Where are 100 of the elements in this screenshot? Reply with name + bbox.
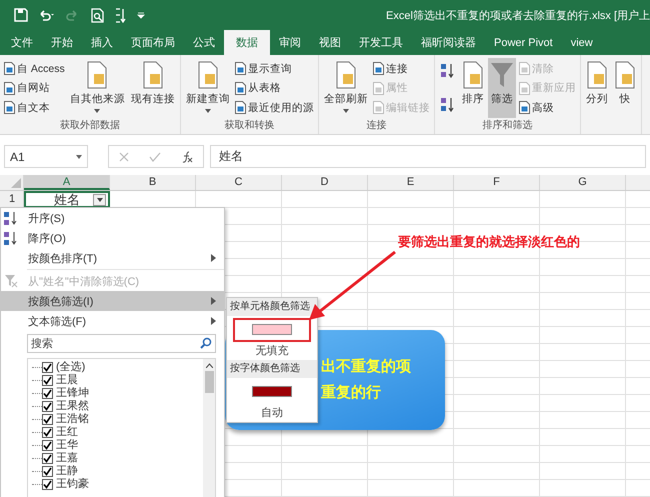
annotation-text: 要筛选出重复的就选择淡红色的 <box>398 233 580 251</box>
ribbon-tab[interactable]: 数据 <box>224 30 270 55</box>
checkbox[interactable] <box>42 362 53 373</box>
ribbon-button[interactable]: 自文本 <box>3 98 66 117</box>
ribbon-button[interactable]: 排序 <box>460 58 486 118</box>
ribbon-tab[interactable]: 插入 <box>82 30 122 55</box>
ribbon-tab[interactable]: 页面布局 <box>122 30 184 55</box>
color-swatch[interactable] <box>252 386 292 398</box>
list-item-label[interactable]: 王钧豪 <box>56 478 89 491</box>
column-header[interactable]: D <box>282 175 368 190</box>
ribbon-tab[interactable]: 公式 <box>184 30 224 55</box>
formula-input[interactable]: 姓名 <box>210 145 646 168</box>
sort-descending-icon <box>4 230 18 246</box>
scrollbar-thumb[interactable] <box>204 371 214 393</box>
checkbox[interactable] <box>42 440 53 451</box>
group-label: 排序和筛选 <box>481 118 534 132</box>
search-field[interactable]: 搜索 <box>27 334 216 353</box>
checkbox[interactable] <box>42 401 53 412</box>
checkbox[interactable] <box>42 427 53 438</box>
submenu-heading: 按单元格颜色筛选 <box>227 298 317 316</box>
filter-dropdown-button[interactable] <box>93 194 106 206</box>
ribbon-button[interactable]: 快 <box>612 58 638 118</box>
sort-icon[interactable] <box>114 8 128 22</box>
checkbox[interactable] <box>42 453 53 464</box>
row-header[interactable]: 1 <box>0 191 24 208</box>
ribbon-button[interactable]: 现有连接 <box>128 58 177 118</box>
document-icon <box>196 61 219 89</box>
list-item-label[interactable]: 王红 <box>56 426 78 439</box>
column-header[interactable]: B <box>110 175 196 190</box>
ribbon-tab[interactable]: 视图 <box>310 30 350 55</box>
checkbox[interactable] <box>42 466 53 477</box>
name-box[interactable]: A1 <box>4 145 88 168</box>
menu-item[interactable]: 升序(S) <box>1 208 224 228</box>
clear-filter-icon <box>4 274 18 288</box>
checkmark-icon[interactable] <box>149 152 161 162</box>
customize-caret-icon[interactable] <box>137 11 145 19</box>
list-item-label[interactable]: 王华 <box>56 439 78 452</box>
ribbon-button[interactable]: 连接 <box>372 59 431 78</box>
ribbon-button[interactable]: 筛选 <box>488 58 516 118</box>
ribbon-tab[interactable]: 福昕阅读器 <box>412 30 485 55</box>
menu-item[interactable]: 按颜色筛选(I) <box>1 291 224 311</box>
column-header[interactable]: F <box>454 175 540 190</box>
list-item-label[interactable]: 王嘉 <box>56 452 78 465</box>
checkbox[interactable] <box>42 479 53 490</box>
ribbon-button[interactable]: 分列 <box>584 58 610 118</box>
cell-reference: A1 <box>10 150 25 164</box>
menu-item[interactable]: 文本筛选(F) <box>1 311 224 331</box>
column-header[interactable]: C <box>196 175 282 190</box>
ribbon-button[interactable]: 全部刷新 <box>322 58 370 118</box>
document-icon <box>372 62 384 75</box>
sort-ascending-icon[interactable] <box>440 62 456 80</box>
column-header[interactable]: A <box>24 175 110 190</box>
caret-icon[interactable] <box>76 154 82 158</box>
ribbon-tab[interactable]: view <box>562 30 602 55</box>
ribbon-tab[interactable]: 审阅 <box>270 30 310 55</box>
list-item-label[interactable]: 王静 <box>56 465 78 478</box>
checkbox[interactable] <box>42 414 53 425</box>
save-icon[interactable] <box>14 8 28 22</box>
scroll-up-icon[interactable] <box>206 363 212 368</box>
menu-item[interactable]: 降序(O) <box>1 228 224 248</box>
column-header[interactable]: G <box>540 175 626 190</box>
group-label: 连接 <box>365 118 388 132</box>
list-item-label[interactable]: 王锋坤 <box>56 387 89 400</box>
document-icon <box>86 61 108 89</box>
group-label: 获取外部数据 <box>58 118 121 132</box>
callout-text: 重复的行 <box>321 383 382 403</box>
ribbon-button[interactable]: 新建查询 <box>184 58 232 118</box>
ribbon-button[interactable]: 自其他来源 <box>68 58 127 118</box>
active-cell[interactable]: 姓名 <box>24 191 110 208</box>
document-icon <box>518 62 530 75</box>
search-icon[interactable] <box>200 337 212 349</box>
ribbon-tab[interactable]: 开发工具 <box>350 30 412 55</box>
list-item-label[interactable]: 王晨 <box>56 374 78 387</box>
function-icon[interactable] <box>181 150 193 162</box>
callout-text: 出不重复的项 <box>321 357 412 377</box>
ribbon-button[interactable]: 自网站 <box>3 78 66 98</box>
scrollbar[interactable] <box>203 359 215 497</box>
document-icon <box>142 61 164 89</box>
ribbon-tab[interactable]: Power Pivot <box>485 30 562 55</box>
checkbox[interactable] <box>42 388 53 399</box>
menu-item[interactable]: 按颜色排序(T) <box>1 248 224 268</box>
ribbon-button[interactable]: 自 Access <box>3 59 66 78</box>
checkbox[interactable] <box>42 375 53 386</box>
column-header[interactable]: E <box>368 175 454 190</box>
list-item-label[interactable]: (全选) <box>56 361 86 374</box>
ribbon-tab[interactable]: 文件 <box>2 30 42 55</box>
print-preview-icon[interactable] <box>91 8 105 22</box>
ribbon-button[interactable]: 显示查询 <box>234 59 315 78</box>
sort-descending-icon[interactable] <box>440 96 456 114</box>
submenu-heading: 按字体颜色筛选 <box>227 360 317 378</box>
ribbon-button[interactable]: 最近使用的源 <box>234 98 315 117</box>
list-item-label[interactable]: 王浩铭 <box>56 413 89 426</box>
ribbon-tab[interactable]: 开始 <box>42 30 82 55</box>
menu-item[interactable]: 自动 <box>227 404 317 422</box>
color-swatch[interactable] <box>252 324 292 336</box>
menu-item[interactable]: 无填充 <box>227 342 317 360</box>
ribbon-button[interactable]: 从表格 <box>234 78 315 98</box>
list-item-label[interactable]: 王果然 <box>56 400 89 413</box>
document-icon <box>518 82 530 94</box>
ribbon-button[interactable]: 高级 <box>518 98 577 117</box>
